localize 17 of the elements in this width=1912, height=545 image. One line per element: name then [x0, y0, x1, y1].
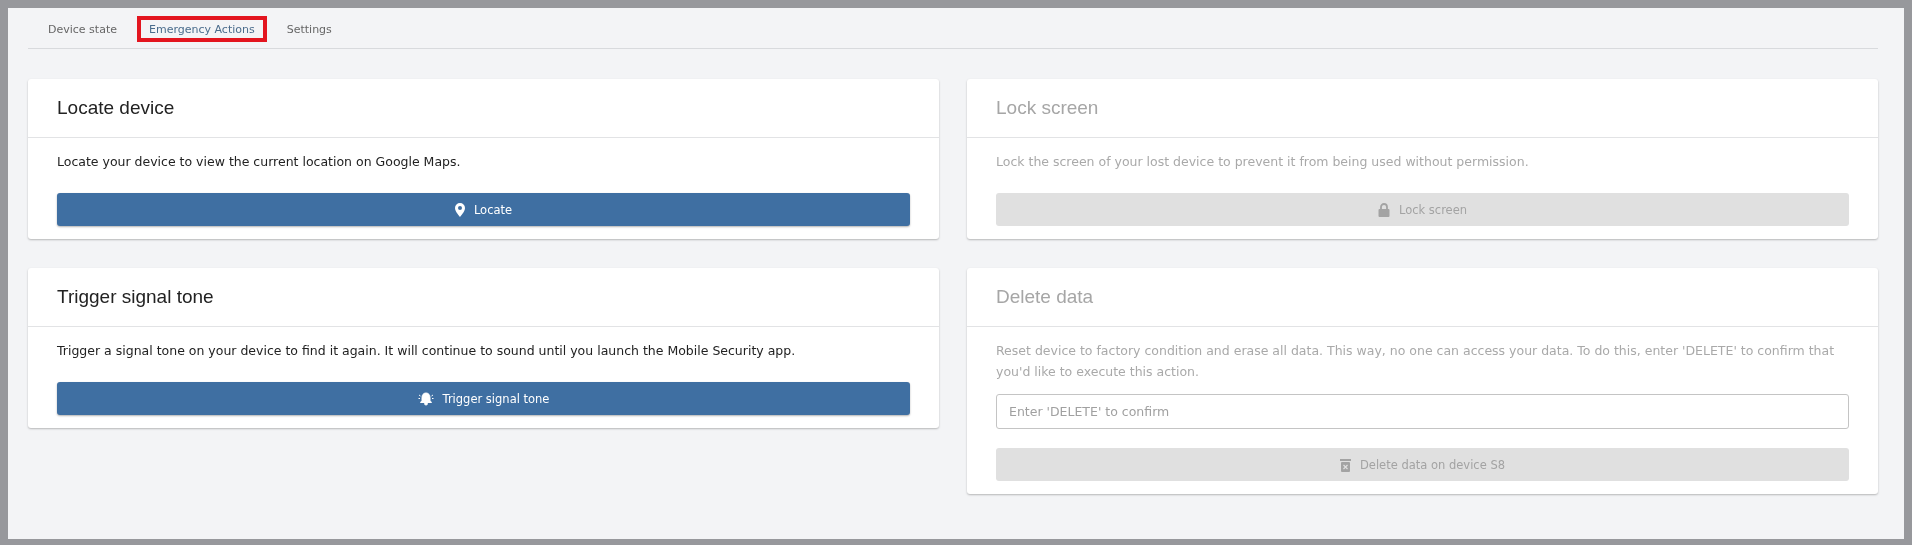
bell-icon: [417, 391, 434, 406]
map-pin-icon: [454, 202, 465, 217]
trash-icon: [1340, 457, 1351, 472]
card-description: Reset device to factory condition and erase all data. This way, no one can access your data. To do this, enter 'DELETE' to confirm that you'd like to execute this action.: [996, 342, 1836, 381]
tab[interactable]: Emergency Actions: [137, 16, 267, 42]
action-button[interactable]: Locate: [57, 193, 910, 226]
card-description: Lock the screen of your lost device to prevent it from being used without permission.: [996, 153, 1530, 171]
tab[interactable]: Settings: [274, 16, 344, 42]
action-button[interactable]: Trigger signal tone: [57, 382, 910, 415]
card-description: Locate your device to view the current location on Google Maps.: [57, 153, 462, 171]
card-title: Delete data: [996, 286, 1094, 308]
card-title: Locate device: [57, 97, 175, 119]
tab[interactable]: Device state: [36, 16, 129, 42]
card-description: Trigger a signal tone on your device to find it again. It will continue to sound until you launch the Mobile Security app.: [57, 342, 797, 360]
card-title: Lock screen: [996, 97, 1099, 119]
lock-icon: [1377, 202, 1390, 217]
card-title: Trigger signal tone: [57, 286, 214, 308]
